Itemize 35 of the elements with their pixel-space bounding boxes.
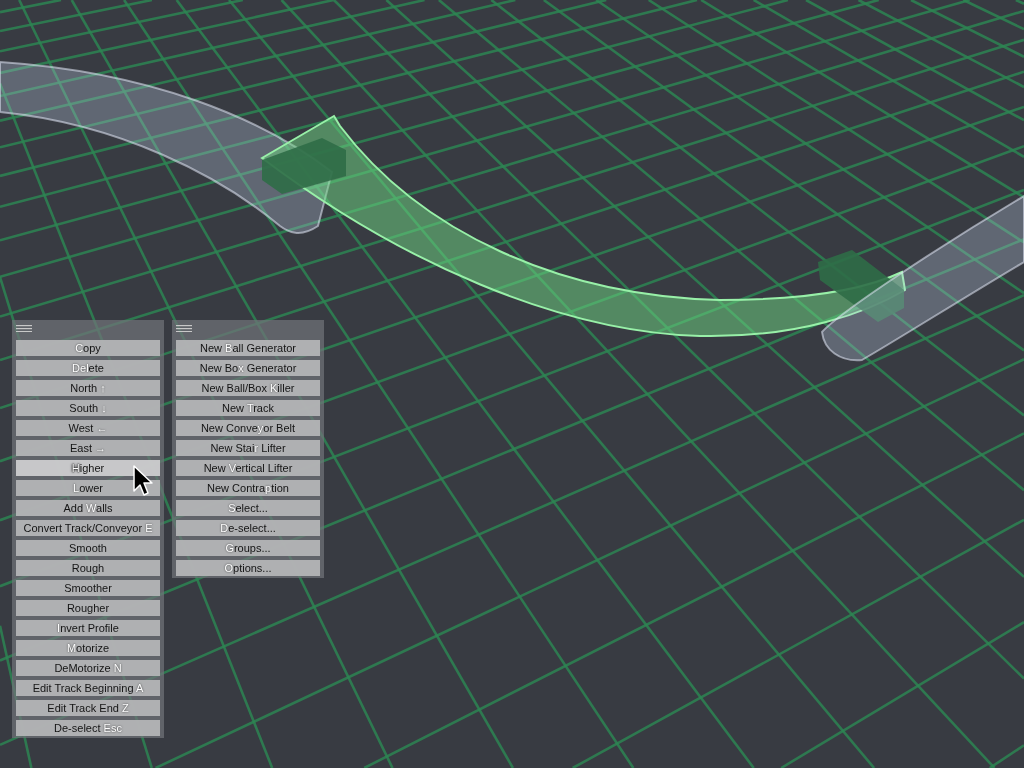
menu-item[interactable]: Groups...	[176, 540, 320, 556]
menu-item[interactable]: Smoother	[16, 580, 160, 596]
menu-icon[interactable]	[176, 325, 192, 332]
menu-item[interactable]: New Box Generator	[176, 360, 320, 376]
menu-item[interactable]: Lower	[16, 480, 160, 496]
menu-item[interactable]: DeMotorize N	[16, 660, 160, 676]
menu-item[interactable]: Select...	[176, 500, 320, 516]
menu-item[interactable]: Edit Track Beginning A	[16, 680, 160, 696]
menu-item[interactable]: North ↑	[16, 380, 160, 396]
menu-item[interactable]: Invert Profile	[16, 620, 160, 636]
menu-item[interactable]: East →	[16, 440, 160, 456]
menu-item[interactable]: West ←	[16, 420, 160, 436]
mouse-pointer-icon	[133, 465, 153, 497]
menu-item[interactable]: New Vertical Lifter	[176, 460, 320, 476]
menu-item[interactable]: New Stair Lifter	[176, 440, 320, 456]
menu-item[interactable]: Delete	[16, 360, 160, 376]
menu-item[interactable]: De-select Esc	[16, 720, 160, 736]
menu-item[interactable]: Add Walls	[16, 500, 160, 516]
menu-item[interactable]: Motorize	[16, 640, 160, 656]
menu-item[interactable]: New Ball/Box Killer	[176, 380, 320, 396]
menu-item[interactable]: Rough	[16, 560, 160, 576]
menu-item[interactable]: Smooth	[16, 540, 160, 556]
menu-item[interactable]: New Ball Generator	[176, 340, 320, 356]
menu-item[interactable]: Options...	[176, 560, 320, 576]
menu-icon[interactable]	[16, 325, 32, 332]
menu-item[interactable]: De-select...	[176, 520, 320, 536]
menu-item[interactable]: Convert Track/Conveyor E	[16, 520, 160, 536]
menu-item[interactable]: Higher	[16, 460, 160, 476]
menu-item[interactable]: New Conveyor Belt	[176, 420, 320, 436]
menu-item[interactable]: Copy	[16, 340, 160, 356]
menu-item[interactable]: Rougher	[16, 600, 160, 616]
menu-item[interactable]: Edit Track End Z	[16, 700, 160, 716]
menu-item[interactable]: New Contraption	[176, 480, 320, 496]
menu-item[interactable]: South ↓	[16, 400, 160, 416]
menu-item[interactable]: New Track	[176, 400, 320, 416]
